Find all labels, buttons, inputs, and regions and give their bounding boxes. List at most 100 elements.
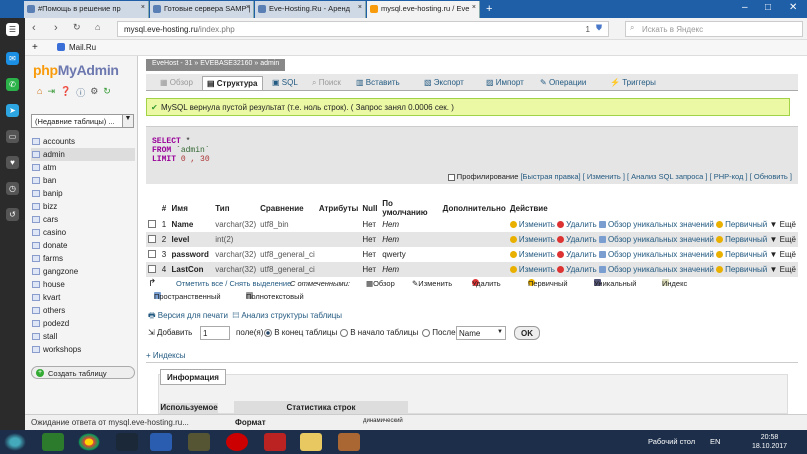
shield-icon[interactable]: ⛊ [596,23,602,33]
heart-icon[interactable]: ♥ [6,156,19,169]
settings-icon[interactable]: ⚙ [90,86,98,99]
table-item[interactable]: stall [31,330,135,343]
indexes-toggle[interactable]: + Индексы [146,351,186,360]
tab-insert[interactable]: ▥ Вставить [352,76,404,90]
quick-edit-link[interactable]: [Быстрая правка] [520,172,580,181]
table-item[interactable]: podezd [31,317,135,330]
profiling-checkbox[interactable] [447,173,455,181]
check-all-link[interactable]: Отметить все / Снять выделение [176,279,291,288]
start-of-table-option[interactable]: В начало таблицы [340,328,418,337]
print-link[interactable]: 🖶 Версия для печати [148,311,228,320]
table-item[interactable]: workshops [31,343,135,356]
tab-4[interactable]: mysql.eve-hosting.ru / Eve × [367,1,480,18]
steam-icon[interactable] [116,433,138,451]
table-item[interactable]: bizz [31,200,135,213]
row-checkbox[interactable] [148,249,156,258]
tab-sql[interactable]: ▣ SQL [268,76,302,90]
table-item[interactable]: donate [31,239,135,252]
close-icon[interactable]: × [141,4,145,11]
tab-1[interactable]: #Помощь в решение пр × [24,1,149,18]
batch-browse[interactable]: ▦ Обзор [366,279,395,288]
reload-icon[interactable]: ↻ [73,22,81,33]
start-button[interactable] [4,433,26,451]
more-action[interactable]: ▼ Ещё [769,250,796,259]
ok-button[interactable]: OK [514,326,540,340]
bookmark-mailru[interactable]: Mail.Ru [69,43,96,52]
unique-values-action[interactable]: Обзор уникальных значений [598,220,714,229]
close-icon[interactable]: × [358,4,362,11]
more-action[interactable]: ▼ Ещё [769,235,796,244]
primary-action[interactable]: Первичный [716,220,767,229]
more-action[interactable]: ▼ Ещё [769,265,796,274]
whatsapp-icon[interactable]: ✆ [6,78,19,91]
close-window-icon[interactable]: ✕ [789,2,797,13]
filezilla-icon[interactable] [264,433,286,451]
after-option[interactable]: После [422,328,456,337]
new-tab-button[interactable]: + [486,3,492,15]
table-item[interactable]: banip [31,187,135,200]
row-checkbox[interactable] [148,219,156,228]
sql-docs-icon[interactable]: ⓘ [76,86,85,99]
reload-nav-icon[interactable]: ↻ [103,86,111,99]
analyze-sql-link[interactable]: [ Анализ SQL запроса ] [627,172,708,181]
app-icon[interactable] [338,433,360,451]
table-item[interactable]: atm [31,161,135,174]
table-item[interactable]: house [31,278,135,291]
clock[interactable]: 20:58 18.10.2017 [752,433,787,451]
tab-2[interactable]: Готовые сервера SAMP | × [150,1,254,18]
table-item[interactable]: gangzone [31,265,135,278]
refresh-link[interactable]: [ Обновить ] [750,172,792,181]
end-of-table-option[interactable]: В конец таблицы [264,328,337,337]
edit-action[interactable]: Изменить [509,220,555,229]
edit-action[interactable]: Изменить [509,250,555,259]
table-item[interactable]: admin [31,148,135,161]
table-item[interactable]: others [31,304,135,317]
delete-action[interactable]: Удалить [557,235,597,244]
tab-structure[interactable]: ▤ Структура [202,76,263,90]
maximize-icon[interactable]: □ [765,2,771,13]
php-code-link[interactable]: [ PHP-код ] [710,172,748,181]
table-item[interactable]: accounts [31,135,135,148]
language-indicator[interactable]: EN [710,437,720,446]
unique-values-action[interactable]: Обзор уникальных значений [598,235,714,244]
primary-action[interactable]: Первичный [716,235,767,244]
crumb-db[interactable]: EVEBASE32160 [200,60,252,67]
search-input[interactable]: ⌕ Искать в Яндекс [625,21,803,37]
crumb-table[interactable]: admin [260,60,279,67]
edit-query-link[interactable]: [ Изменить ] [583,172,625,181]
home-icon[interactable]: ⌂ [37,86,42,99]
tab-triggers[interactable]: ⚡ Триггеры [606,76,660,90]
primary-action[interactable]: Первичный [716,250,767,259]
explorer-icon[interactable] [300,433,322,451]
table-item[interactable]: kvart [31,291,135,304]
telegram-icon[interactable]: ➤ [6,104,19,117]
row-checkbox[interactable] [148,264,156,273]
tab-browse[interactable]: ▦ Обзор [156,76,197,90]
game-icon[interactable] [188,433,210,451]
more-action[interactable]: ▼ Ещё [769,220,796,229]
edit-action[interactable]: Изменить [509,235,555,244]
delete-action[interactable]: Удалить [557,250,597,259]
crumb-server[interactable]: EveHost - 31 [152,60,192,67]
table-item[interactable]: farms [31,252,135,265]
messenger-icon[interactable]: ✉ [6,52,19,65]
create-table-button[interactable]: + Создать таблицу [31,366,135,379]
forward-icon[interactable]: › [54,22,58,34]
clock-icon[interactable]: ◷ [6,182,19,195]
recent-tables-select[interactable]: (Недавние таблицы) ... ▼ [31,114,134,128]
tab-3[interactable]: Eve-Hosting.Ru - Аренд × [255,1,366,18]
menu-icon[interactable]: ☰ [6,23,19,36]
back-icon[interactable]: ‹ [32,22,36,34]
after-column-select[interactable]: Name ▼ [456,326,506,340]
table-item[interactable]: cars [31,213,135,226]
close-icon[interactable]: × [246,4,250,11]
add-bookmark-icon[interactable]: + [32,42,38,53]
table-item[interactable]: casino [31,226,135,239]
delete-action[interactable]: Удалить [557,265,597,274]
chrome-icon[interactable] [78,433,100,451]
pma-logo[interactable]: phpMyAdmin [33,62,119,78]
opera-icon[interactable] [226,433,248,451]
row-checkbox[interactable] [148,234,156,243]
home-icon[interactable]: ⌂ [95,22,100,32]
panel-icon[interactable]: ▭ [6,130,19,143]
